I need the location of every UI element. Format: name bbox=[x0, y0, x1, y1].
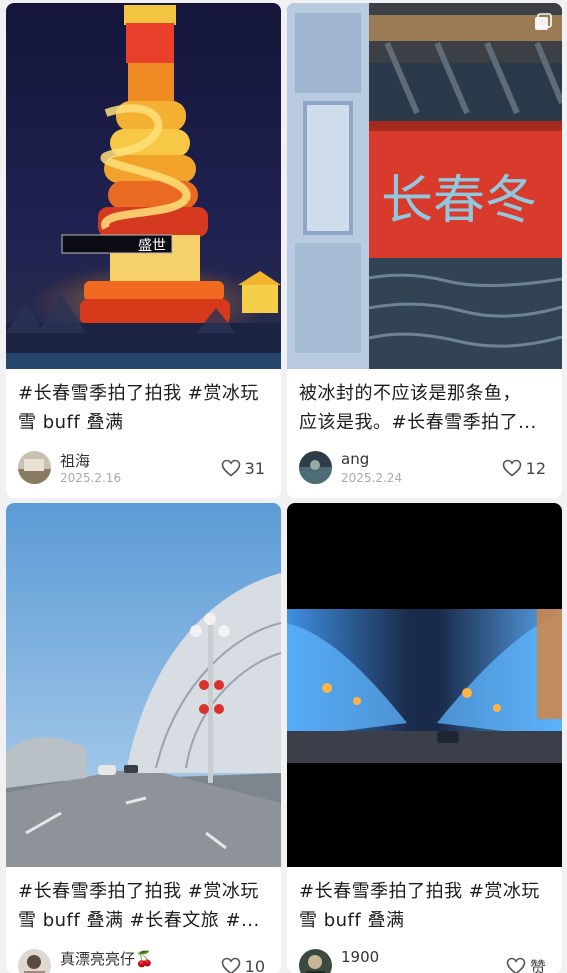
note-title[interactable]: #长春雪季拍了拍我 #赏冰玩 雪 buff 叠满 #长春文旅 #... bbox=[18, 877, 271, 935]
author-name[interactable]: ang bbox=[341, 450, 369, 468]
multi-image-icon bbox=[534, 13, 552, 31]
note-title-line: #长春雪季拍了拍我 #赏冰玩 bbox=[18, 379, 271, 408]
note-title-line: 被冰封的不应该是那条鱼， bbox=[299, 379, 552, 408]
avatar[interactable] bbox=[299, 451, 332, 484]
note-cover-image[interactable] bbox=[6, 503, 281, 867]
note-cover-image[interactable]: 长春冬 bbox=[287, 3, 562, 369]
note-meta: 真漂亮亮仔🍒 10 bbox=[18, 949, 271, 973]
like-count: 赞 bbox=[530, 954, 546, 973]
note-title[interactable]: #长春雪季拍了拍我 #赏冰玩 雪 buff 叠满 bbox=[299, 877, 552, 935]
note-title-line: 雪 buff 叠满 #长春文旅 #... bbox=[18, 906, 271, 935]
avatar[interactable] bbox=[18, 451, 51, 484]
note-title-line: 雪 buff 叠满 bbox=[299, 906, 552, 935]
note-title-line: 雪 buff 叠满 bbox=[18, 408, 271, 437]
note-card[interactable]: #长春雪季拍了拍我 #赏冰玩 雪 buff 叠满 1900 赞 bbox=[287, 503, 562, 973]
note-cover-image[interactable] bbox=[287, 503, 562, 867]
waterfall-feed: 盛世 #长春雪季拍了拍我 #赏冰玩 雪 buff 叠满 bbox=[0, 0, 567, 965]
note-meta: ang 2025.2.24 12 bbox=[299, 451, 552, 487]
cover-sign-text: 盛世 bbox=[138, 238, 166, 254]
cover-sign-text: 长春冬 bbox=[381, 171, 537, 231]
like-count: 31 bbox=[245, 459, 265, 478]
note-card[interactable]: 长春冬 被冰封的不应该是那条鱼， 应该是我。#长春雪季拍了... bbox=[287, 3, 562, 498]
note-title-line: 应该是我。#长春雪季拍了... bbox=[299, 408, 552, 437]
note-title-line: #长春雪季拍了拍我 #赏冰玩 bbox=[299, 877, 552, 906]
author-name[interactable]: 真漂亮亮仔🍒 bbox=[60, 948, 154, 969]
like-button[interactable]: 12 bbox=[502, 458, 546, 478]
like-button[interactable]: 31 bbox=[221, 458, 265, 478]
note-card[interactable]: #长春雪季拍了拍我 #赏冰玩 雪 buff 叠满 #长春文旅 #... 真漂亮亮… bbox=[6, 503, 281, 973]
note-meta: 1900 赞 bbox=[299, 949, 552, 973]
like-count: 12 bbox=[526, 459, 546, 478]
note-card[interactable]: 盛世 #长春雪季拍了拍我 #赏冰玩 雪 buff 叠满 bbox=[6, 3, 281, 498]
heart-outline-icon bbox=[502, 459, 522, 477]
post-date: 2025.2.24 bbox=[341, 471, 402, 485]
heart-outline-icon bbox=[221, 957, 241, 973]
author-name[interactable]: 1900 bbox=[341, 948, 379, 966]
note-title-line: #长春雪季拍了拍我 #赏冰玩 bbox=[18, 877, 271, 906]
note-cover-image[interactable]: 盛世 bbox=[6, 3, 281, 369]
note-title[interactable]: #长春雪季拍了拍我 #赏冰玩 雪 buff 叠满 bbox=[18, 379, 271, 437]
note-title[interactable]: 被冰封的不应该是那条鱼， 应该是我。#长春雪季拍了... bbox=[299, 379, 552, 437]
heart-outline-icon bbox=[506, 957, 526, 973]
heart-outline-icon bbox=[221, 459, 241, 477]
author-name[interactable]: 祖海 bbox=[60, 450, 90, 471]
avatar[interactable] bbox=[299, 949, 332, 973]
avatar[interactable] bbox=[18, 949, 51, 973]
post-date: 2025.2.16 bbox=[60, 471, 121, 485]
note-meta: 祖海 2025.2.16 31 bbox=[18, 451, 271, 487]
